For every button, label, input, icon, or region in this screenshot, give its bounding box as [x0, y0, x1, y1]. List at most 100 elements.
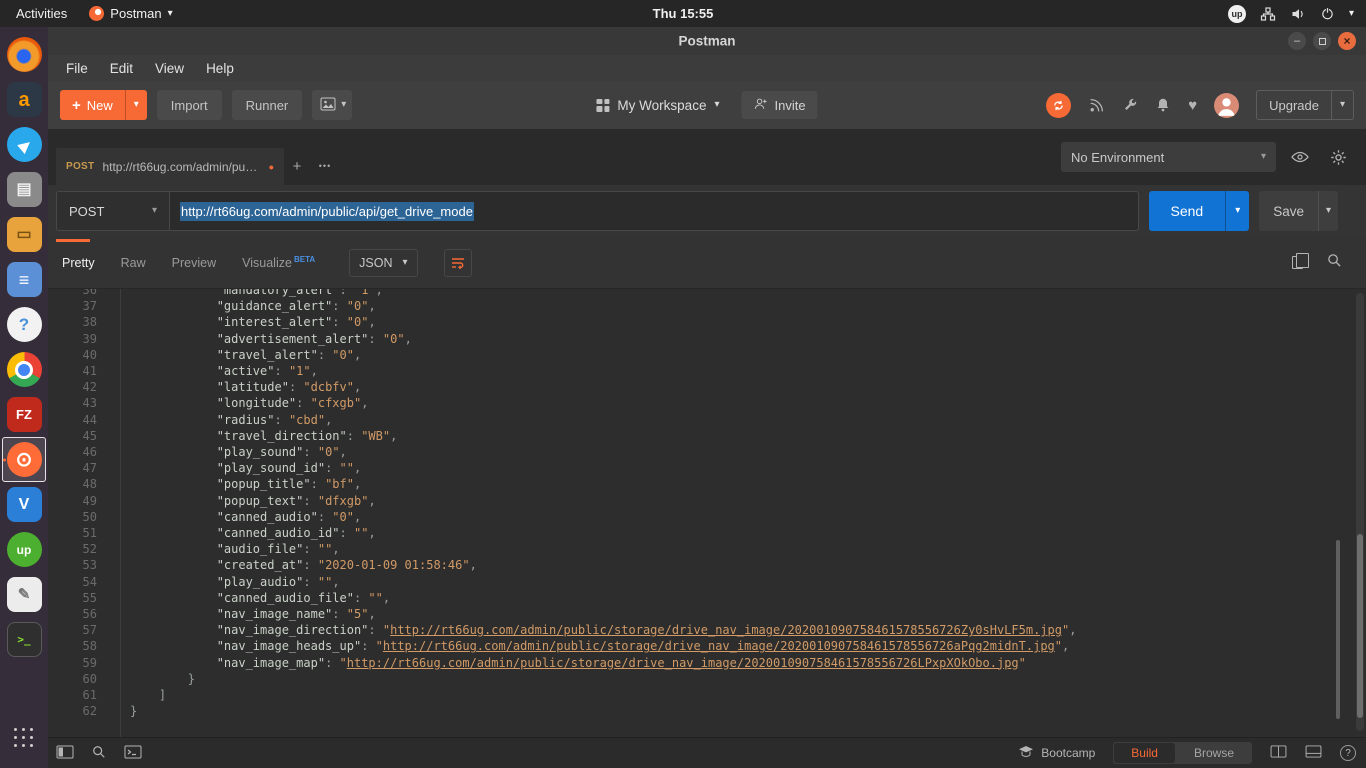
- code-lines: 36"mandatory_alert": "1",37"guidance_ale…: [48, 289, 1366, 737]
- upgrade-dropdown[interactable]: ▾: [1331, 91, 1353, 119]
- code-line: 60}: [48, 671, 1366, 687]
- open-new-button[interactable]: ▾: [312, 90, 352, 120]
- new-tab-button[interactable]: +: [284, 154, 310, 178]
- minimize-button[interactable]: –: [1288, 32, 1306, 50]
- dock-item-telegram-icon[interactable]: ▶: [2, 122, 46, 167]
- capture-requests-icon[interactable]: [1088, 97, 1105, 114]
- save-button[interactable]: Save ▾: [1259, 191, 1338, 231]
- activities-button[interactable]: Activities: [16, 6, 67, 21]
- tab-pretty[interactable]: Pretty: [62, 256, 95, 270]
- code-line: 61]: [48, 687, 1366, 703]
- import-button[interactable]: Import: [157, 90, 222, 120]
- ubuntu-top-bar: Activities Postman ▾ Thu 15:55 up: [0, 0, 1366, 27]
- console-icon[interactable]: [124, 745, 142, 762]
- environment-selector[interactable]: No Environment ▾: [1061, 142, 1276, 172]
- response-pane: Pretty Raw Preview VisualizeBETA JSON ▾: [48, 237, 1366, 737]
- code-line: 58"nav_image_heads_up": "http://rt66ug.c…: [48, 638, 1366, 654]
- copy-icon[interactable]: [1292, 256, 1303, 269]
- console-drawer-icon[interactable]: [1305, 745, 1322, 761]
- notifications-bell-icon[interactable]: [1155, 97, 1171, 113]
- help-icon[interactable]: ?: [1340, 745, 1356, 761]
- new-dropdown[interactable]: ▾: [125, 90, 147, 120]
- header-toolbar: +New ▾ Import Runner ▾ My Workspace ▾: [48, 81, 1366, 129]
- browse-tab[interactable]: Browse: [1176, 742, 1252, 764]
- code-line: 45"travel_direction": "WB",: [48, 428, 1366, 444]
- close-button[interactable]: ×: [1338, 32, 1356, 50]
- unsaved-dot-icon: ●: [269, 162, 274, 172]
- build-tab[interactable]: Build: [1114, 743, 1175, 763]
- dock-item-terminal-icon[interactable]: >_: [2, 617, 46, 662]
- menu-help[interactable]: Help: [196, 58, 244, 79]
- menu-edit[interactable]: Edit: [100, 58, 143, 79]
- bootcamp-button[interactable]: Bootcamp: [1018, 745, 1095, 761]
- volume-icon[interactable]: [1290, 6, 1306, 22]
- wrap-text-button[interactable]: [444, 249, 472, 277]
- build-browse-switch: Build Browse: [1113, 742, 1252, 764]
- code-line: 57"nav_image_direction": "http://rt66ug.…: [48, 622, 1366, 638]
- menu-file[interactable]: File: [56, 58, 98, 79]
- network-icon[interactable]: [1260, 6, 1276, 22]
- request-tab[interactable]: POST http://rt66ug.com/admin/publ... ●: [56, 148, 284, 185]
- scrollbar[interactable]: [1356, 293, 1364, 731]
- dock-item-amazon-icon[interactable]: a: [2, 77, 46, 122]
- tab-url-label: http://rt66ug.com/admin/publ...: [102, 160, 260, 174]
- response-body[interactable]: 36"mandatory_alert": "1",37"guidance_ale…: [48, 289, 1366, 737]
- inner-scrollbar[interactable]: [1336, 540, 1340, 719]
- show-applications-icon[interactable]: [2, 718, 46, 758]
- heart-icon[interactable]: ♥: [1188, 97, 1197, 114]
- new-button[interactable]: +New ▾: [60, 90, 147, 120]
- screen: Activities Postman ▾ Thu 15:55 up: [0, 0, 1366, 768]
- code-line: 40"travel_alert": "0",: [48, 347, 1366, 363]
- avatar[interactable]: [1214, 93, 1239, 118]
- sync-status-icon[interactable]: [1046, 93, 1071, 118]
- format-selector[interactable]: JSON ▾: [349, 249, 417, 277]
- tab-visualize[interactable]: VisualizeBETA: [242, 255, 315, 270]
- workspace-selector[interactable]: My Workspace ▾: [596, 98, 719, 113]
- tab-preview[interactable]: Preview: [172, 256, 216, 270]
- graduation-cap-icon: [1018, 745, 1034, 761]
- maximize-button[interactable]: [1313, 32, 1331, 50]
- save-dropdown[interactable]: ▾: [1318, 191, 1338, 231]
- method-selector[interactable]: POST ▾: [56, 191, 169, 231]
- titlebar[interactable]: Postman – ×: [48, 27, 1366, 55]
- tab-raw[interactable]: Raw: [121, 256, 146, 270]
- app-menu-button[interactable]: Postman ▾: [89, 6, 172, 21]
- code-line: 53"created_at": "2020-01-09 01:58:46",: [48, 557, 1366, 573]
- dock-item-editor-icon[interactable]: ✎: [2, 572, 46, 617]
- power-icon[interactable]: [1320, 6, 1335, 21]
- settings-gear-icon[interactable]: [1324, 143, 1352, 171]
- workspace-grid-icon: [596, 99, 609, 112]
- upgrade-button[interactable]: Upgrade ▾: [1256, 90, 1354, 120]
- dock-item-vscode-icon[interactable]: V: [2, 482, 46, 527]
- dock-item-printer-icon[interactable]: ▤: [2, 167, 46, 212]
- dock-item-firefox-icon[interactable]: [2, 32, 46, 77]
- environment-quick-look-eye-icon[interactable]: [1286, 143, 1314, 171]
- window-title: Postman: [678, 34, 735, 49]
- send-button[interactable]: Send ▾: [1149, 191, 1250, 231]
- runner-button[interactable]: Runner: [232, 90, 303, 120]
- two-pane-icon[interactable]: [1270, 745, 1287, 761]
- upwork-tray-icon[interactable]: up: [1228, 5, 1246, 23]
- invite-button[interactable]: Invite: [741, 91, 817, 119]
- menu-view[interactable]: View: [145, 58, 194, 79]
- find-icon[interactable]: [92, 745, 106, 762]
- code-line: 39"advertisement_alert": "0",: [48, 331, 1366, 347]
- dock-item-upwork-icon[interactable]: up: [2, 527, 46, 572]
- dock-item-chrome-icon[interactable]: [2, 347, 46, 392]
- code-line: 59"nav_image_map": "http://rt66ug.com/ad…: [48, 655, 1366, 671]
- interceptor-wrench-icon[interactable]: [1122, 97, 1138, 113]
- sidebar-toggle-icon[interactable]: [56, 745, 74, 762]
- tab-options-button[interactable]: •••: [312, 154, 338, 178]
- dock-item-filezilla-icon[interactable]: FZ: [2, 392, 46, 437]
- code-line: 42"latitude": "dcbfv",: [48, 379, 1366, 395]
- send-dropdown[interactable]: ▾: [1225, 191, 1249, 231]
- dock-item-files-icon[interactable]: ▭: [2, 212, 46, 257]
- search-icon[interactable]: [1327, 253, 1342, 273]
- dock-item-writer-icon[interactable]: ≡: [2, 257, 46, 302]
- dock-item-help-icon[interactable]: ?: [2, 302, 46, 347]
- url-input[interactable]: http://rt66ug.com/admin/public/api/get_d…: [169, 191, 1139, 231]
- chevron-down-icon[interactable]: ▾: [1349, 9, 1354, 19]
- clock[interactable]: Thu 15:55: [653, 6, 714, 21]
- dock-item-postman-icon[interactable]: ⊙: [2, 437, 46, 482]
- code-line: 56"nav_image_name": "5",: [48, 606, 1366, 622]
